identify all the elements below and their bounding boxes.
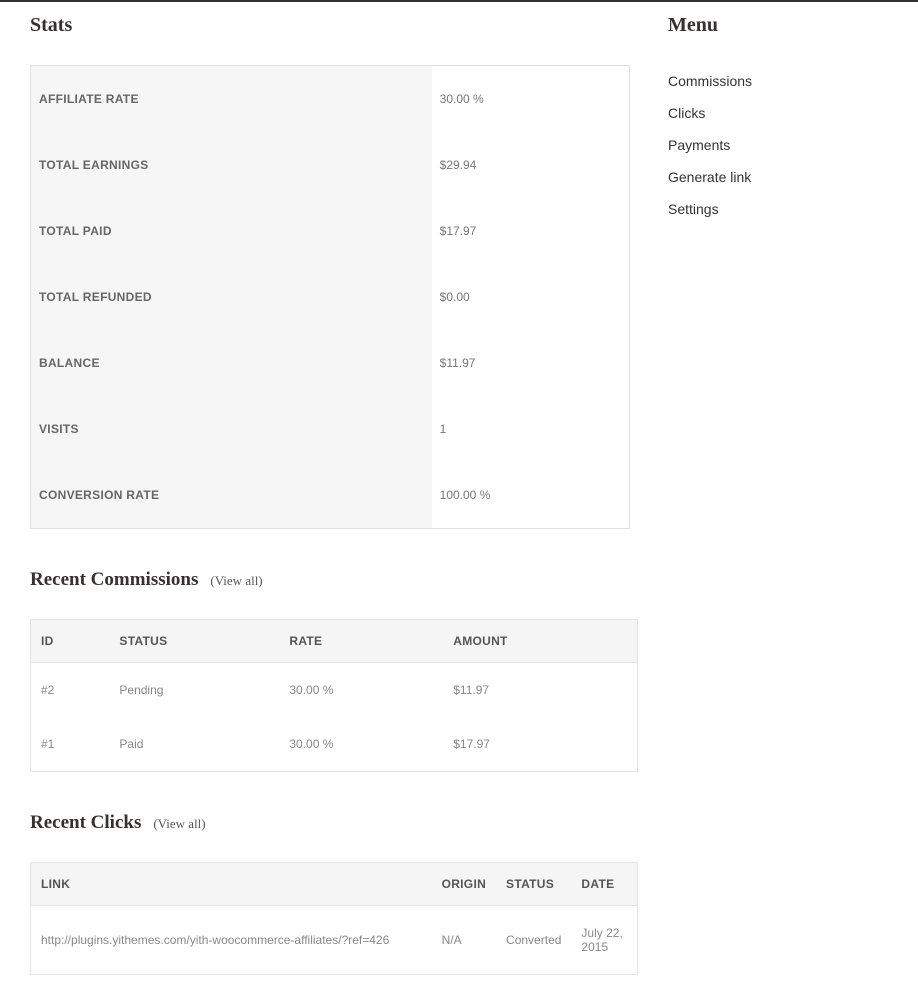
stat-label: TOTAL REFUNDED: [31, 264, 432, 330]
cell-rate: 30.00 %: [279, 663, 443, 718]
col-date: DATE: [571, 863, 637, 906]
menu-item-settings[interactable]: Settings: [668, 193, 888, 225]
stats-table: AFFILIATE RATE TOTAL EARNINGS TOTAL PAID…: [30, 65, 630, 529]
commissions-table: ID STATUS RATE AMOUNT #2 Pending 30.00 %…: [30, 619, 638, 772]
stat-value: 1: [432, 396, 629, 462]
cell-status: Pending: [109, 663, 279, 718]
stat-value: 100.00 %: [432, 462, 629, 528]
stat-label: TOTAL EARNINGS: [31, 132, 432, 198]
recent-clicks-heading: Recent Clicks: [30, 812, 141, 833]
col-amount: AMOUNT: [443, 620, 637, 663]
cell-origin: N/A: [432, 906, 496, 975]
table-header-row: LINK ORIGIN STATUS DATE: [31, 863, 638, 906]
stats-labels-col: AFFILIATE RATE TOTAL EARNINGS TOTAL PAID…: [31, 66, 432, 528]
table-header-row: ID STATUS RATE AMOUNT: [31, 620, 638, 663]
table-row: #1 Paid 30.00 % $17.97: [31, 717, 638, 772]
cell-id: #2: [31, 663, 110, 718]
col-status: STATUS: [496, 863, 571, 906]
stat-label: VISITS: [31, 396, 432, 462]
stats-values-col: 30.00 % $29.94 $17.97 $0.00 $11.97 1 100…: [432, 66, 629, 528]
col-rate: RATE: [279, 620, 443, 663]
menu-item-generate-link[interactable]: Generate link: [668, 161, 888, 193]
stat-value: 30.00 %: [432, 66, 629, 132]
recent-clicks-heading-row: Recent Clicks (View all): [30, 812, 638, 834]
cell-status: Converted: [496, 906, 571, 975]
col-link: LINK: [31, 863, 432, 906]
menu-list: Commissions Clicks Payments Generate lin…: [668, 65, 888, 225]
stat-label: TOTAL PAID: [31, 198, 432, 264]
cell-amount: $11.97: [443, 663, 637, 718]
cell-link: http://plugins.yithemes.com/yith-woocomm…: [31, 906, 432, 975]
col-origin: ORIGIN: [432, 863, 496, 906]
sidebar: Menu Commissions Clicks Payments Generat…: [668, 14, 888, 975]
view-all-clicks-link[interactable]: (View all): [153, 816, 205, 831]
cell-status: Paid: [109, 717, 279, 772]
cell-rate: 30.00 %: [279, 717, 443, 772]
stat-value: $0.00: [432, 264, 629, 330]
stats-heading: Stats: [30, 14, 638, 37]
menu-item-commissions[interactable]: Commissions: [668, 65, 888, 97]
stat-label: CONVERSION RATE: [31, 462, 432, 528]
stat-label: AFFILIATE RATE: [31, 66, 432, 132]
stat-label: BALANCE: [31, 330, 432, 396]
recent-commissions-heading-row: Recent Commissions (View all): [30, 569, 638, 591]
page-container: Stats AFFILIATE RATE TOTAL EARNINGS TOTA…: [0, 2, 918, 1005]
col-id: ID: [31, 620, 110, 663]
stat-value: $29.94: [432, 132, 629, 198]
stat-value: $17.97: [432, 198, 629, 264]
clicks-table: LINK ORIGIN STATUS DATE http://plugins.y…: [30, 862, 638, 975]
stat-value: $11.97: [432, 330, 629, 396]
table-row: #2 Pending 30.00 % $11.97: [31, 663, 638, 718]
menu-item-payments[interactable]: Payments: [668, 129, 888, 161]
cell-date: July 22, 2015: [571, 906, 637, 975]
main-column: Stats AFFILIATE RATE TOTAL EARNINGS TOTA…: [30, 14, 668, 975]
menu-item-clicks[interactable]: Clicks: [668, 97, 888, 129]
col-status: STATUS: [109, 620, 279, 663]
cell-id: #1: [31, 717, 110, 772]
cell-amount: $17.97: [443, 717, 637, 772]
table-row: http://plugins.yithemes.com/yith-woocomm…: [31, 906, 638, 975]
view-all-commissions-link[interactable]: (View all): [210, 573, 262, 588]
menu-heading: Menu: [668, 14, 888, 37]
recent-commissions-heading: Recent Commissions: [30, 569, 198, 590]
